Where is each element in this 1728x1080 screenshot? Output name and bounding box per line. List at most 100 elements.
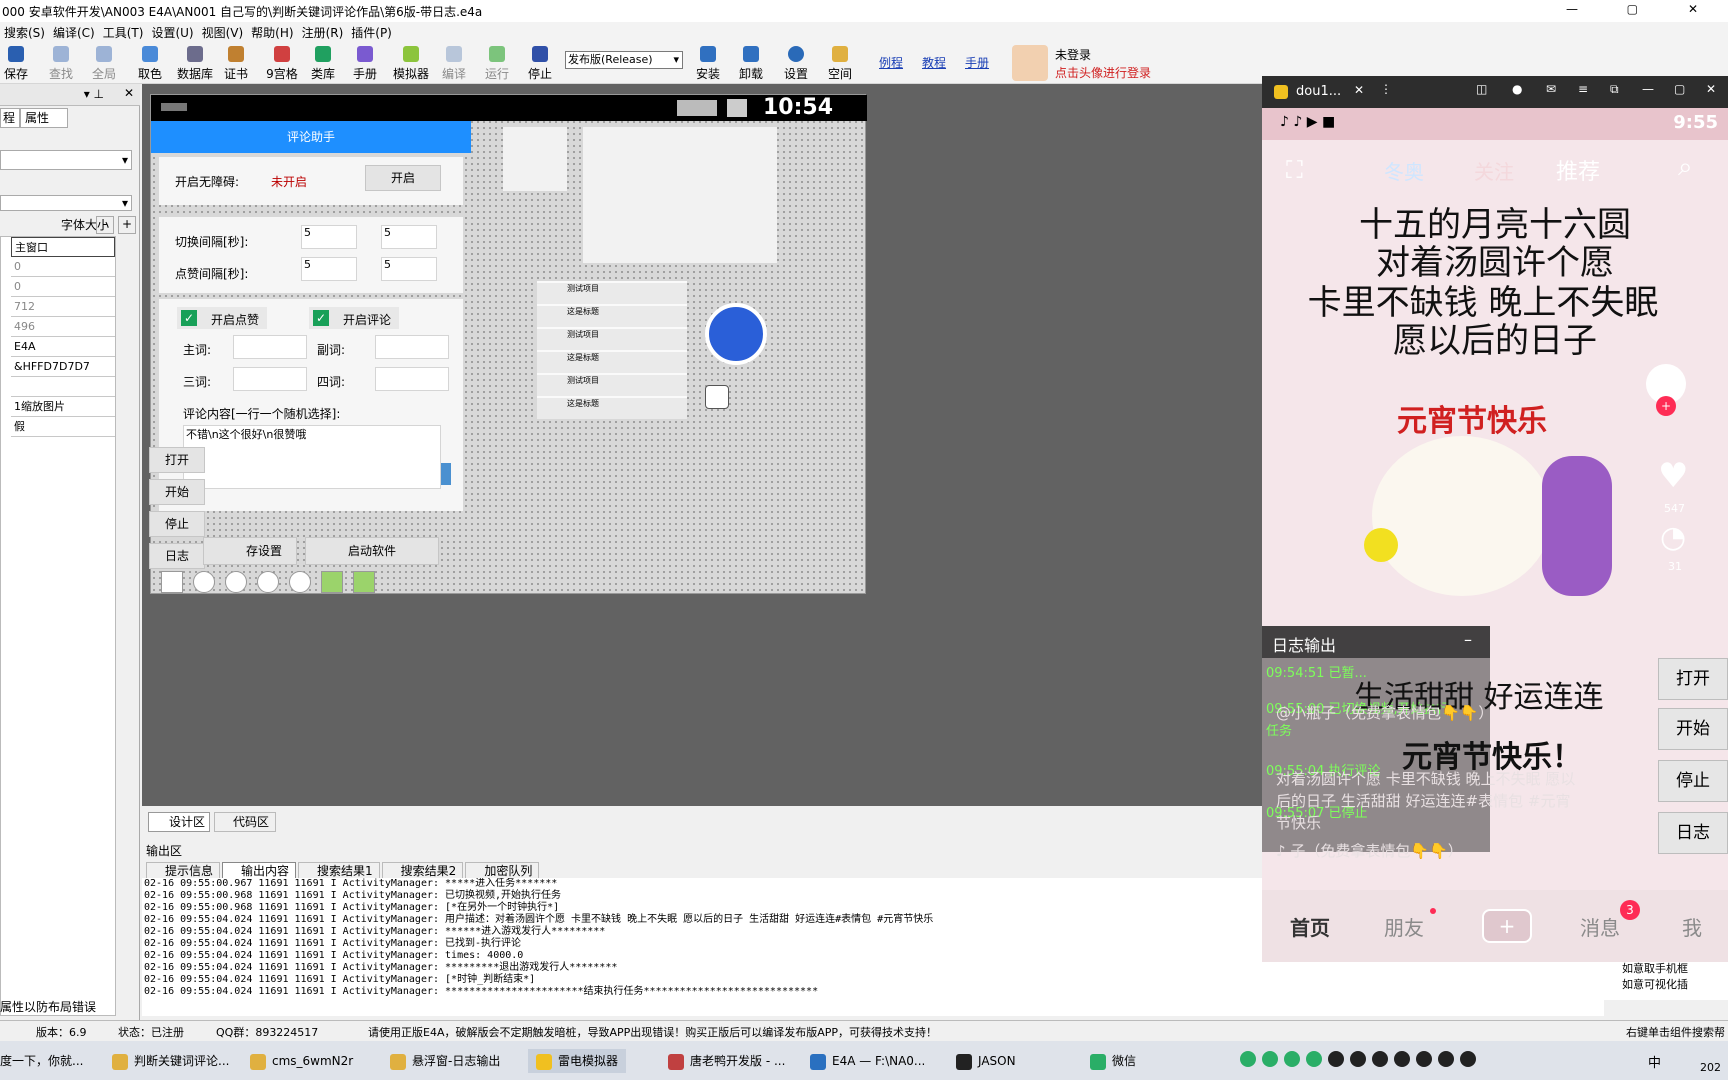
wechat-icon[interactable] (1306, 1051, 1322, 1067)
emulator-button[interactable]: 模拟器 (389, 44, 433, 82)
third-word-input[interactable] (233, 367, 307, 391)
settings-button[interactable]: 设置 (778, 44, 814, 82)
overlay-open-button[interactable]: 打开 (1658, 658, 1728, 700)
list-item[interactable]: 测试项目 (537, 375, 687, 396)
second-word-input[interactable] (375, 335, 449, 359)
follow-plus-icon[interactable]: + (1656, 396, 1676, 416)
save-settings-button[interactable]: 存设置 (203, 537, 297, 565)
timer-icon[interactable] (161, 571, 183, 593)
find-button[interactable]: 查找 (43, 44, 79, 82)
author-name[interactable]: @小瓶子（免费拿表情包👇👇） (1276, 702, 1646, 723)
database-button[interactable]: 数据库 (174, 44, 216, 82)
menu-settings[interactable]: 设置(U) (147, 24, 197, 41)
property-value[interactable]: 1缩放图片 (11, 397, 115, 417)
emulator-tab-title[interactable]: dou1... (1296, 84, 1341, 99)
pin-icon[interactable]: ▾ ⊥ (84, 87, 104, 101)
component-list-item[interactable]: 如意可视化插 (1604, 976, 1728, 992)
color-picker-button[interactable]: 取色 (132, 44, 168, 82)
tab-recommend[interactable]: 推荐 (1556, 154, 1600, 186)
login-hint[interactable]: 点击头像进行登录 (1055, 64, 1151, 81)
component-icon[interactable] (321, 571, 343, 593)
comment-content-textarea[interactable]: 不错\n这个很好\n很赞哦 (183, 425, 441, 489)
wechat-icon[interactable] (1284, 1051, 1300, 1067)
enable-like-checkbox[interactable]: ✓ 开启点赞 (177, 307, 267, 329)
library-button[interactable]: 类库 (305, 44, 341, 82)
property-value[interactable]: 712 (11, 297, 115, 317)
launch-app-button[interactable]: 启动软件 (305, 537, 439, 565)
close-icon[interactable]: ✕ (1706, 82, 1716, 96)
component-icon[interactable] (353, 571, 375, 593)
menu-register[interactable]: 注册(R) (298, 24, 348, 41)
tab-winter-olympics[interactable]: 冬奥 (1384, 156, 1424, 185)
uninstall-button[interactable]: 卸载 (733, 44, 769, 82)
menu-compile[interactable]: 编译(C) (49, 24, 99, 41)
stop-task-button[interactable]: 停止 (149, 511, 205, 537)
account-icon[interactable]: ● (1512, 82, 1522, 96)
qq-icon[interactable] (1416, 1051, 1432, 1067)
list-item[interactable]: 测试项目 (537, 283, 687, 304)
nav-home[interactable]: 首页 (1290, 912, 1330, 941)
timer-icon[interactable] (193, 571, 215, 593)
minimize-log-icon[interactable]: – (1464, 630, 1472, 649)
property-value[interactable]: 0 (11, 277, 115, 297)
property-value[interactable]: 假 (11, 417, 115, 437)
certificate-button[interactable]: 证书 (218, 44, 254, 82)
property-value[interactable]: 0 (11, 257, 115, 277)
nav-messages[interactable]: 消息 (1580, 912, 1620, 941)
android-icon[interactable] (705, 303, 767, 365)
tab-code[interactable]: 代码区 (214, 812, 276, 832)
switch-interval-min[interactable]: 5 (301, 225, 357, 249)
timer-icon[interactable] (257, 571, 279, 593)
scroll-handle[interactable] (441, 463, 451, 485)
close-tab-icon[interactable]: ✕ (1354, 83, 1364, 97)
like-interval-max[interactable]: 5 (381, 257, 437, 281)
qq-icon[interactable] (1438, 1051, 1454, 1067)
log-button[interactable]: 日志 (149, 543, 205, 569)
menu-icon[interactable]: ≡ (1578, 82, 1588, 96)
tab-design[interactable]: 设计区 (148, 812, 210, 832)
menu-search[interactable]: 搜索(S) (0, 24, 49, 41)
search-icon[interactable]: ⌕ (1678, 152, 1693, 183)
minimize-icon[interactable]: — (1566, 2, 1578, 16)
build-mode-select[interactable]: 发布版(Release) ▾ (565, 51, 683, 69)
timer-icon[interactable] (225, 571, 247, 593)
examples-link[interactable]: 例程 (879, 54, 903, 71)
grid9-button[interactable]: 9宫格 (261, 44, 303, 82)
main-word-input[interactable] (233, 335, 307, 359)
overlay-stop-button[interactable]: 停止 (1658, 760, 1728, 802)
input-language[interactable]: 中 (1648, 1052, 1661, 1071)
popout-icon[interactable]: ⧉ (1610, 82, 1619, 97)
maximize-icon[interactable]: ▢ (1627, 2, 1638, 16)
close-panel-icon[interactable]: ✕ (124, 86, 134, 100)
manual-link[interactable]: 手册 (965, 54, 989, 71)
qq-icon[interactable] (1394, 1051, 1410, 1067)
timer-icon[interactable] (289, 571, 311, 593)
overlay-start-button[interactable]: 开始 (1658, 708, 1728, 750)
close-icon[interactable]: ✕ (1688, 2, 1698, 16)
taskbar-item[interactable]: 唐老鸭开发版 - ... (668, 1049, 785, 1073)
qq-icon[interactable] (1460, 1051, 1476, 1067)
stop-button[interactable]: 停止 (522, 44, 558, 82)
taskbar-item[interactable]: 判断关键词评论... (112, 1049, 229, 1073)
qq-icon[interactable] (1350, 1051, 1366, 1067)
overlay-log-button[interactable]: 日志 (1658, 812, 1728, 854)
menu-tools[interactable]: 工具(T) (99, 24, 148, 41)
compile-button[interactable]: 编译 (436, 44, 472, 82)
enable-comment-checkbox[interactable]: ✓ 开启评论 (309, 307, 399, 329)
property-value[interactable] (11, 377, 115, 397)
wechat-icon[interactable] (1262, 1051, 1278, 1067)
install-button[interactable]: 安装 (690, 44, 726, 82)
gamepad-icon[interactable]: ◫ (1476, 82, 1487, 96)
tab-follow[interactable]: 关注 (1474, 156, 1514, 185)
component-select[interactable]: ▾ (0, 150, 132, 170)
taskbar-item[interactable]: 度一下，你就... (0, 1049, 83, 1073)
taskbar-item[interactable]: 微信 (1090, 1049, 1136, 1073)
avatar[interactable] (1012, 45, 1048, 81)
menu-plugins[interactable]: 插件(P) (347, 24, 396, 41)
comment-icon[interactable]: ◔ (1660, 520, 1686, 555)
music-info[interactable]: ♪ 子（免费拿表情包👇👇） (1276, 840, 1463, 861)
mail-icon[interactable]: ✉ (1546, 82, 1556, 96)
tab-project[interactable]: 程 (0, 108, 20, 128)
property-filter-select[interactable]: ▾ (0, 195, 132, 211)
taskbar-item[interactable]: 悬浮窗-日志输出 (390, 1049, 500, 1073)
